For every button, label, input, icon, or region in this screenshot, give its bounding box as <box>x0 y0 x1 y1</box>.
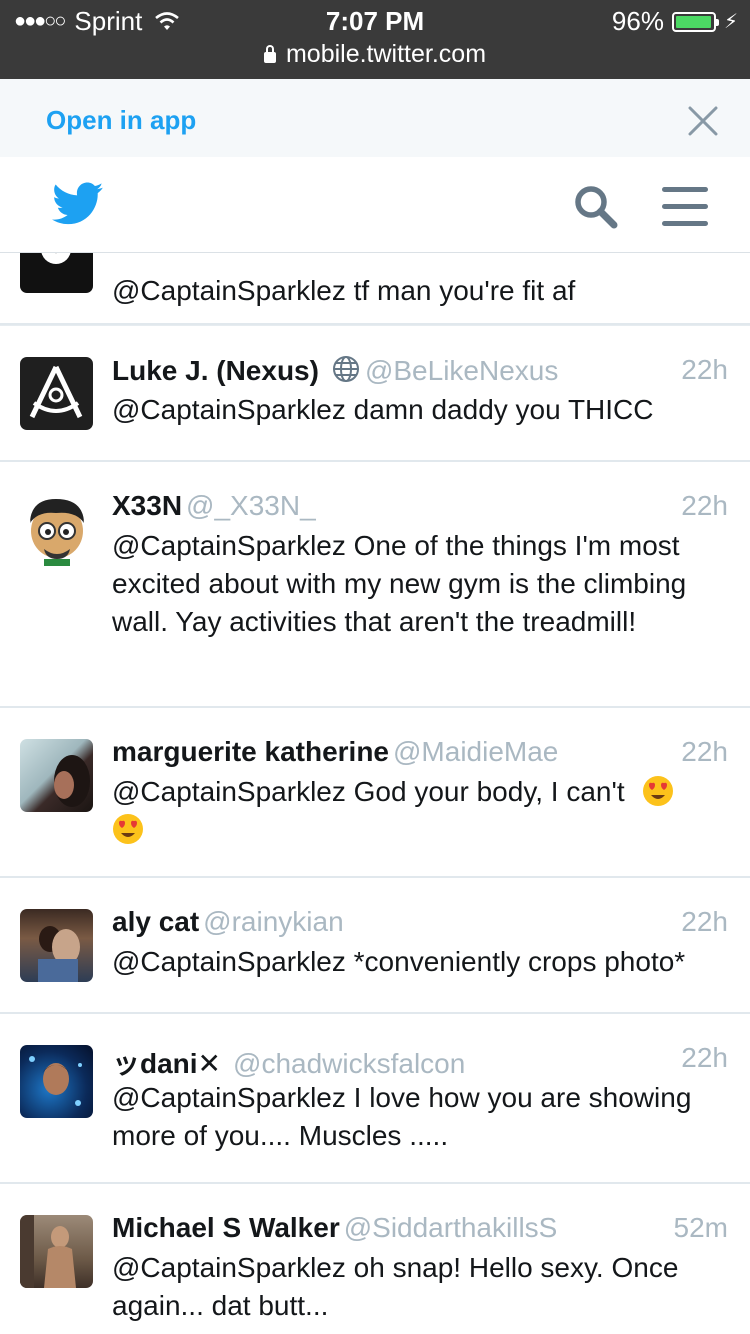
display-name[interactable]: ッdani✕ <box>112 1048 221 1079</box>
avatar-photo-icon <box>54 755 90 807</box>
open-in-app-banner: Open in app <box>0 79 750 157</box>
timestamp[interactable]: 22h <box>681 736 728 768</box>
tweet-text-content: @CaptainSparklez God your body, I can't <box>112 776 625 807</box>
avatar-photo-icon <box>38 926 80 982</box>
timestamp[interactable]: 22h <box>681 490 728 522</box>
timestamp[interactable]: 52m <box>674 1212 728 1244</box>
avatar-logo-icon <box>41 253 71 264</box>
timestamp[interactable]: 22h <box>681 906 728 938</box>
tweet-text: @CaptainSparklez damn daddy you THICC <box>112 394 654 425</box>
tweet-text: @CaptainSparklez tf man you're fit af <box>112 275 576 306</box>
tweet-text: @CaptainSparklez I love how you are show… <box>112 1082 692 1151</box>
tweet-header: Luke J. (Nexus) @BeLikeNexus 22h <box>112 354 728 390</box>
timestamp[interactable]: 22h <box>681 354 728 386</box>
tweet-text: @CaptainSparklez *conveniently crops pho… <box>112 946 686 977</box>
avatar-cartoon-face-icon <box>30 499 84 566</box>
handle[interactable]: @BeLikeNexus <box>365 355 558 386</box>
twitter-bird-icon[interactable] <box>52 181 104 227</box>
twitter-header <box>0 157 750 253</box>
avatar[interactable] <box>20 253 93 293</box>
handle[interactable]: @_X33N_ <box>186 490 316 521</box>
tweet-text: @CaptainSparklez God your body, I can't <box>112 773 728 849</box>
avatar[interactable] <box>20 357 93 430</box>
heart-eyes-emoji-icon <box>643 776 674 806</box>
tweet-header: marguerite katherine @MaidieMae 22h <box>112 736 728 772</box>
hamburger-menu-icon[interactable] <box>660 187 710 227</box>
ios-status-bar: ●●●○○ Sprint 7:07 PM mobile.twitter.com … <box>0 0 750 79</box>
handle[interactable]: @MaidieMae <box>393 736 558 767</box>
lock-icon <box>263 45 276 63</box>
address-bar[interactable]: mobile.twitter.com <box>0 40 750 69</box>
avatar-photo-icon <box>20 1215 76 1288</box>
avatar[interactable] <box>20 909 93 982</box>
url-text: mobile.twitter.com <box>285 40 487 68</box>
tweet-header: ッdani✕ @chadwicksfalcon 22h <box>112 1042 728 1079</box>
handle[interactable]: @SiddarthakillsS <box>344 1212 558 1243</box>
display-name[interactable]: aly cat <box>112 906 199 937</box>
display-name[interactable]: Luke J. (Nexus) <box>112 355 319 386</box>
battery-info: 96% ⚡ <box>612 6 738 37</box>
timestamp[interactable]: 22h <box>681 1042 728 1074</box>
avatar[interactable] <box>20 1045 93 1118</box>
tweet-text: @CaptainSparklez One of the things I'm m… <box>112 530 687 637</box>
handle[interactable]: @chadwicksfalcon <box>233 1048 465 1079</box>
tweet-item[interactable]: Michael S Walker @SiddarthakillsS 52m @Ca… <box>0 1184 750 1334</box>
tweet-item[interactable]: aly cat @rainykian 22h @CaptainSparklez *… <box>0 878 750 1014</box>
close-icon[interactable] <box>686 104 720 138</box>
avatar-photo-icon <box>29 1056 82 1106</box>
tweet-header: X33N @_X33N_ 22h <box>112 490 728 526</box>
avatar[interactable] <box>20 739 93 812</box>
battery-level-fill <box>675 15 711 28</box>
tweet-item[interactable]: ッdani✕ @chadwicksfalcon 22h @CaptainSpark… <box>0 1014 750 1184</box>
battery-icon <box>671 11 719 32</box>
avatar-compass-logo-icon <box>29 365 83 419</box>
tweet-item[interactable]: marguerite katherine @MaidieMae 22h @Capt… <box>0 708 750 878</box>
globe-icon <box>332 356 359 382</box>
search-icon[interactable] <box>572 183 620 229</box>
tweet-item[interactable]: @CaptainSparklez tf man you're fit af <box>0 253 750 325</box>
tweet-feed[interactable]: @CaptainSparklez tf man you're fit af Lu… <box>0 253 750 1334</box>
tweet-header: aly cat @rainykian 22h <box>112 906 728 942</box>
tweet-item[interactable]: X33N @_X33N_ 22h @CaptainSparklez One of … <box>0 462 750 708</box>
tweet-header: Michael S Walker @SiddarthakillsS 52m <box>112 1212 728 1248</box>
display-name[interactable]: Michael S Walker <box>112 1212 340 1243</box>
display-name[interactable]: marguerite katherine <box>112 736 389 767</box>
battery-percent: 96% <box>611 6 664 36</box>
heart-eyes-emoji-icon <box>113 814 143 844</box>
open-in-app-link[interactable]: Open in app <box>46 105 196 136</box>
avatar[interactable] <box>20 493 93 566</box>
tweet-text: @CaptainSparklez oh snap! Hello sexy. On… <box>112 1252 679 1321</box>
display-name[interactable]: X33N <box>112 490 182 521</box>
handle[interactable]: @rainykian <box>203 906 343 937</box>
charging-bolt-icon: ⚡ <box>723 11 738 33</box>
avatar[interactable] <box>20 1215 93 1288</box>
tweet-item[interactable]: Luke J. (Nexus) @BeLikeNexus 22h @Captai… <box>0 326 750 462</box>
